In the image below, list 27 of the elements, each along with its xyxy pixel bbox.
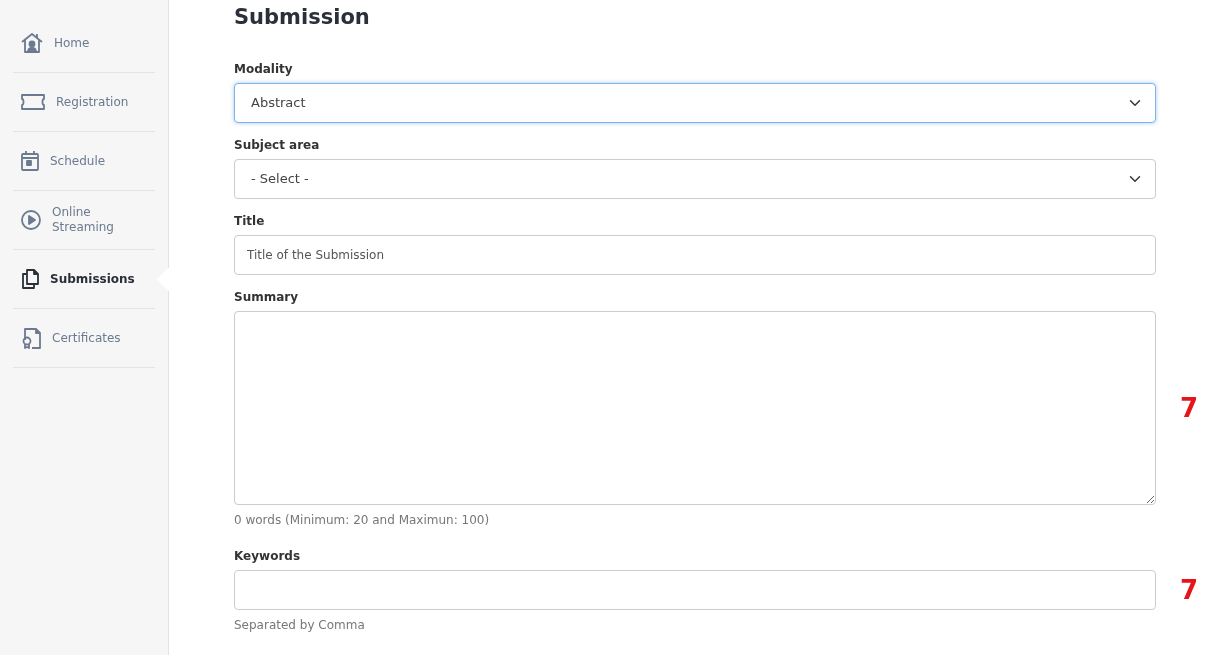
sidebar-item[interactable]: Registration bbox=[13, 73, 155, 132]
house-icon bbox=[20, 32, 44, 54]
help-text: 0 words (Minimum: 20 and Maximun: 100) bbox=[234, 513, 491, 528]
field-label: Subject area bbox=[234, 137, 321, 155]
field-label: Modality bbox=[234, 61, 294, 79]
help-text: Separated by Comma bbox=[234, 618, 366, 633]
ticket-icon bbox=[20, 93, 46, 111]
dropdown[interactable]: - Select - bbox=[234, 159, 1156, 200]
field-label: Summary bbox=[234, 289, 300, 307]
documents-icon bbox=[20, 268, 40, 290]
sidebar-item[interactable]: Submissions bbox=[13, 250, 155, 309]
annotation-number: 7 bbox=[1179, 395, 1198, 422]
sidebar-item[interactable]: Online Streaming bbox=[13, 191, 155, 250]
field-label: Keywords bbox=[234, 548, 302, 566]
input-field[interactable]: Title of the Submission bbox=[234, 235, 1156, 276]
page-heading: Submission bbox=[234, 5, 371, 31]
annotation-number: 7 bbox=[1179, 577, 1198, 604]
dropdown[interactable]: Abstract bbox=[234, 83, 1156, 124]
sidebar-item[interactable]: Schedule bbox=[13, 132, 155, 191]
field-label: Title bbox=[234, 213, 266, 231]
text-area[interactable] bbox=[234, 311, 1156, 506]
sidebar-item[interactable]: Home bbox=[13, 14, 155, 73]
certificate-icon bbox=[20, 326, 42, 350]
calendar-icon bbox=[20, 150, 40, 172]
input-field[interactable] bbox=[234, 570, 1156, 611]
play-icon bbox=[20, 209, 42, 231]
sidebar-item[interactable]: Certificates bbox=[13, 309, 155, 368]
